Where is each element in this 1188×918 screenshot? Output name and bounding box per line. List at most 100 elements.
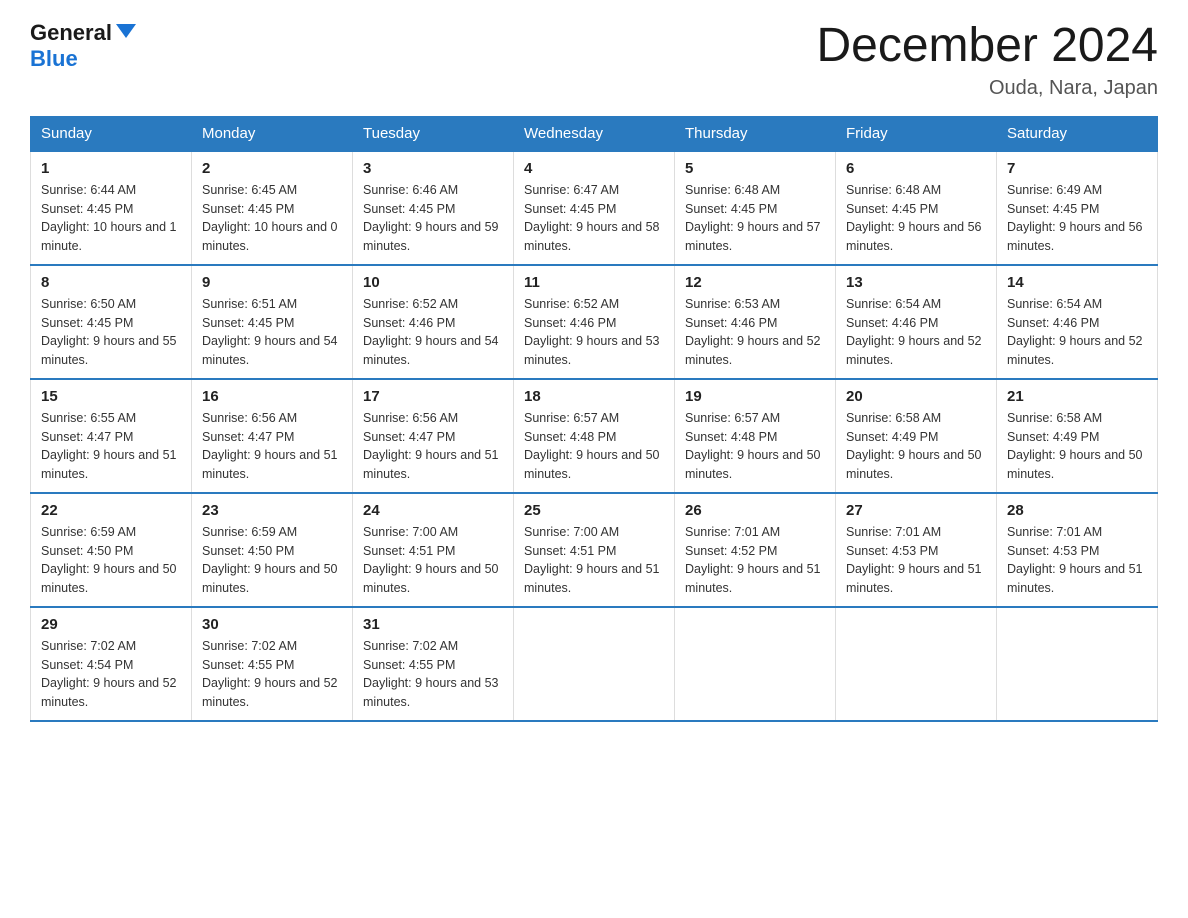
calendar-cell: 1 Sunrise: 6:44 AMSunset: 4:45 PMDayligh… xyxy=(31,151,192,265)
day-info: Sunrise: 6:55 AMSunset: 4:47 PMDaylight:… xyxy=(41,409,181,484)
day-number: 3 xyxy=(363,160,503,177)
header-row: SundayMondayTuesdayWednesdayThursdayFrid… xyxy=(31,116,1158,151)
calendar-cell: 5 Sunrise: 6:48 AMSunset: 4:45 PMDayligh… xyxy=(675,151,836,265)
calendar-cell: 20 Sunrise: 6:58 AMSunset: 4:49 PMDaylig… xyxy=(836,379,997,493)
day-number: 26 xyxy=(685,502,825,519)
header-cell-tuesday: Tuesday xyxy=(353,116,514,151)
calendar-cell: 7 Sunrise: 6:49 AMSunset: 4:45 PMDayligh… xyxy=(997,151,1158,265)
day-number: 21 xyxy=(1007,388,1147,405)
calendar-cell xyxy=(675,607,836,721)
header-cell-monday: Monday xyxy=(192,116,353,151)
day-number: 28 xyxy=(1007,502,1147,519)
calendar-week-3: 15 Sunrise: 6:55 AMSunset: 4:47 PMDaylig… xyxy=(31,379,1158,493)
day-number: 23 xyxy=(202,502,342,519)
header-cell-friday: Friday xyxy=(836,116,997,151)
day-info: Sunrise: 6:56 AMSunset: 4:47 PMDaylight:… xyxy=(202,409,342,484)
calendar-cell: 14 Sunrise: 6:54 AMSunset: 4:46 PMDaylig… xyxy=(997,265,1158,379)
day-number: 6 xyxy=(846,160,986,177)
calendar-cell: 2 Sunrise: 6:45 AMSunset: 4:45 PMDayligh… xyxy=(192,151,353,265)
day-number: 20 xyxy=(846,388,986,405)
calendar-cell: 25 Sunrise: 7:00 AMSunset: 4:51 PMDaylig… xyxy=(514,493,675,607)
calendar-cell: 12 Sunrise: 6:53 AMSunset: 4:46 PMDaylig… xyxy=(675,265,836,379)
title-block: December 2024 Ouda, Nara, Japan xyxy=(816,20,1158,100)
logo-text-general: General xyxy=(30,20,112,46)
calendar-table: SundayMondayTuesdayWednesdayThursdayFrid… xyxy=(30,116,1158,722)
day-info: Sunrise: 7:02 AMSunset: 4:55 PMDaylight:… xyxy=(363,637,503,712)
header-cell-saturday: Saturday xyxy=(997,116,1158,151)
day-number: 25 xyxy=(524,502,664,519)
day-info: Sunrise: 7:01 AMSunset: 4:53 PMDaylight:… xyxy=(1007,523,1147,598)
day-info: Sunrise: 7:02 AMSunset: 4:54 PMDaylight:… xyxy=(41,637,181,712)
calendar-cell: 17 Sunrise: 6:56 AMSunset: 4:47 PMDaylig… xyxy=(353,379,514,493)
day-number: 16 xyxy=(202,388,342,405)
calendar-cell: 28 Sunrise: 7:01 AMSunset: 4:53 PMDaylig… xyxy=(997,493,1158,607)
calendar-cell: 6 Sunrise: 6:48 AMSunset: 4:45 PMDayligh… xyxy=(836,151,997,265)
day-info: Sunrise: 6:58 AMSunset: 4:49 PMDaylight:… xyxy=(846,409,986,484)
calendar-week-1: 1 Sunrise: 6:44 AMSunset: 4:45 PMDayligh… xyxy=(31,151,1158,265)
day-info: Sunrise: 7:01 AMSunset: 4:53 PMDaylight:… xyxy=(846,523,986,598)
calendar-cell xyxy=(997,607,1158,721)
header-cell-sunday: Sunday xyxy=(31,116,192,151)
calendar-cell: 9 Sunrise: 6:51 AMSunset: 4:45 PMDayligh… xyxy=(192,265,353,379)
day-info: Sunrise: 6:46 AMSunset: 4:45 PMDaylight:… xyxy=(363,181,503,256)
logo-triangle-icon xyxy=(116,24,136,38)
day-number: 7 xyxy=(1007,160,1147,177)
day-number: 24 xyxy=(363,502,503,519)
day-number: 9 xyxy=(202,274,342,291)
calendar-cell: 8 Sunrise: 6:50 AMSunset: 4:45 PMDayligh… xyxy=(31,265,192,379)
day-info: Sunrise: 6:57 AMSunset: 4:48 PMDaylight:… xyxy=(524,409,664,484)
logo-text-blue: Blue xyxy=(30,46,78,72)
header-cell-thursday: Thursday xyxy=(675,116,836,151)
day-number: 15 xyxy=(41,388,181,405)
day-info: Sunrise: 6:56 AMSunset: 4:47 PMDaylight:… xyxy=(363,409,503,484)
day-number: 4 xyxy=(524,160,664,177)
day-number: 11 xyxy=(524,274,664,291)
calendar-cell xyxy=(836,607,997,721)
calendar-week-4: 22 Sunrise: 6:59 AMSunset: 4:50 PMDaylig… xyxy=(31,493,1158,607)
day-info: Sunrise: 7:00 AMSunset: 4:51 PMDaylight:… xyxy=(363,523,503,598)
day-number: 29 xyxy=(41,616,181,633)
day-number: 22 xyxy=(41,502,181,519)
calendar-cell: 18 Sunrise: 6:57 AMSunset: 4:48 PMDaylig… xyxy=(514,379,675,493)
day-number: 10 xyxy=(363,274,503,291)
day-info: Sunrise: 6:54 AMSunset: 4:46 PMDaylight:… xyxy=(1007,295,1147,370)
calendar-cell: 29 Sunrise: 7:02 AMSunset: 4:54 PMDaylig… xyxy=(31,607,192,721)
calendar-cell: 21 Sunrise: 6:58 AMSunset: 4:49 PMDaylig… xyxy=(997,379,1158,493)
day-info: Sunrise: 6:47 AMSunset: 4:45 PMDaylight:… xyxy=(524,181,664,256)
day-info: Sunrise: 6:48 AMSunset: 4:45 PMDaylight:… xyxy=(685,181,825,256)
calendar-cell: 11 Sunrise: 6:52 AMSunset: 4:46 PMDaylig… xyxy=(514,265,675,379)
calendar-cell: 26 Sunrise: 7:01 AMSunset: 4:52 PMDaylig… xyxy=(675,493,836,607)
day-number: 27 xyxy=(846,502,986,519)
day-number: 14 xyxy=(1007,274,1147,291)
day-number: 17 xyxy=(363,388,503,405)
day-info: Sunrise: 6:59 AMSunset: 4:50 PMDaylight:… xyxy=(202,523,342,598)
day-info: Sunrise: 6:45 AMSunset: 4:45 PMDaylight:… xyxy=(202,181,342,256)
calendar-week-5: 29 Sunrise: 7:02 AMSunset: 4:54 PMDaylig… xyxy=(31,607,1158,721)
day-info: Sunrise: 7:01 AMSunset: 4:52 PMDaylight:… xyxy=(685,523,825,598)
day-number: 8 xyxy=(41,274,181,291)
day-info: Sunrise: 6:49 AMSunset: 4:45 PMDaylight:… xyxy=(1007,181,1147,256)
calendar-cell: 30 Sunrise: 7:02 AMSunset: 4:55 PMDaylig… xyxy=(192,607,353,721)
page-header: General Blue December 2024 Ouda, Nara, J… xyxy=(30,20,1158,100)
day-number: 2 xyxy=(202,160,342,177)
day-info: Sunrise: 6:44 AMSunset: 4:45 PMDaylight:… xyxy=(41,181,181,256)
day-number: 1 xyxy=(41,160,181,177)
logo: General Blue xyxy=(30,20,136,72)
calendar-week-2: 8 Sunrise: 6:50 AMSunset: 4:45 PMDayligh… xyxy=(31,265,1158,379)
day-info: Sunrise: 6:54 AMSunset: 4:46 PMDaylight:… xyxy=(846,295,986,370)
day-info: Sunrise: 7:00 AMSunset: 4:51 PMDaylight:… xyxy=(524,523,664,598)
calendar-cell xyxy=(514,607,675,721)
day-info: Sunrise: 6:52 AMSunset: 4:46 PMDaylight:… xyxy=(363,295,503,370)
day-number: 31 xyxy=(363,616,503,633)
day-number: 13 xyxy=(846,274,986,291)
day-number: 18 xyxy=(524,388,664,405)
calendar-cell: 4 Sunrise: 6:47 AMSunset: 4:45 PMDayligh… xyxy=(514,151,675,265)
header-cell-wednesday: Wednesday xyxy=(514,116,675,151)
calendar-cell: 22 Sunrise: 6:59 AMSunset: 4:50 PMDaylig… xyxy=(31,493,192,607)
day-info: Sunrise: 6:58 AMSunset: 4:49 PMDaylight:… xyxy=(1007,409,1147,484)
location-subtitle: Ouda, Nara, Japan xyxy=(816,77,1158,100)
day-number: 12 xyxy=(685,274,825,291)
calendar-cell: 23 Sunrise: 6:59 AMSunset: 4:50 PMDaylig… xyxy=(192,493,353,607)
calendar-cell: 15 Sunrise: 6:55 AMSunset: 4:47 PMDaylig… xyxy=(31,379,192,493)
calendar-cell: 27 Sunrise: 7:01 AMSunset: 4:53 PMDaylig… xyxy=(836,493,997,607)
